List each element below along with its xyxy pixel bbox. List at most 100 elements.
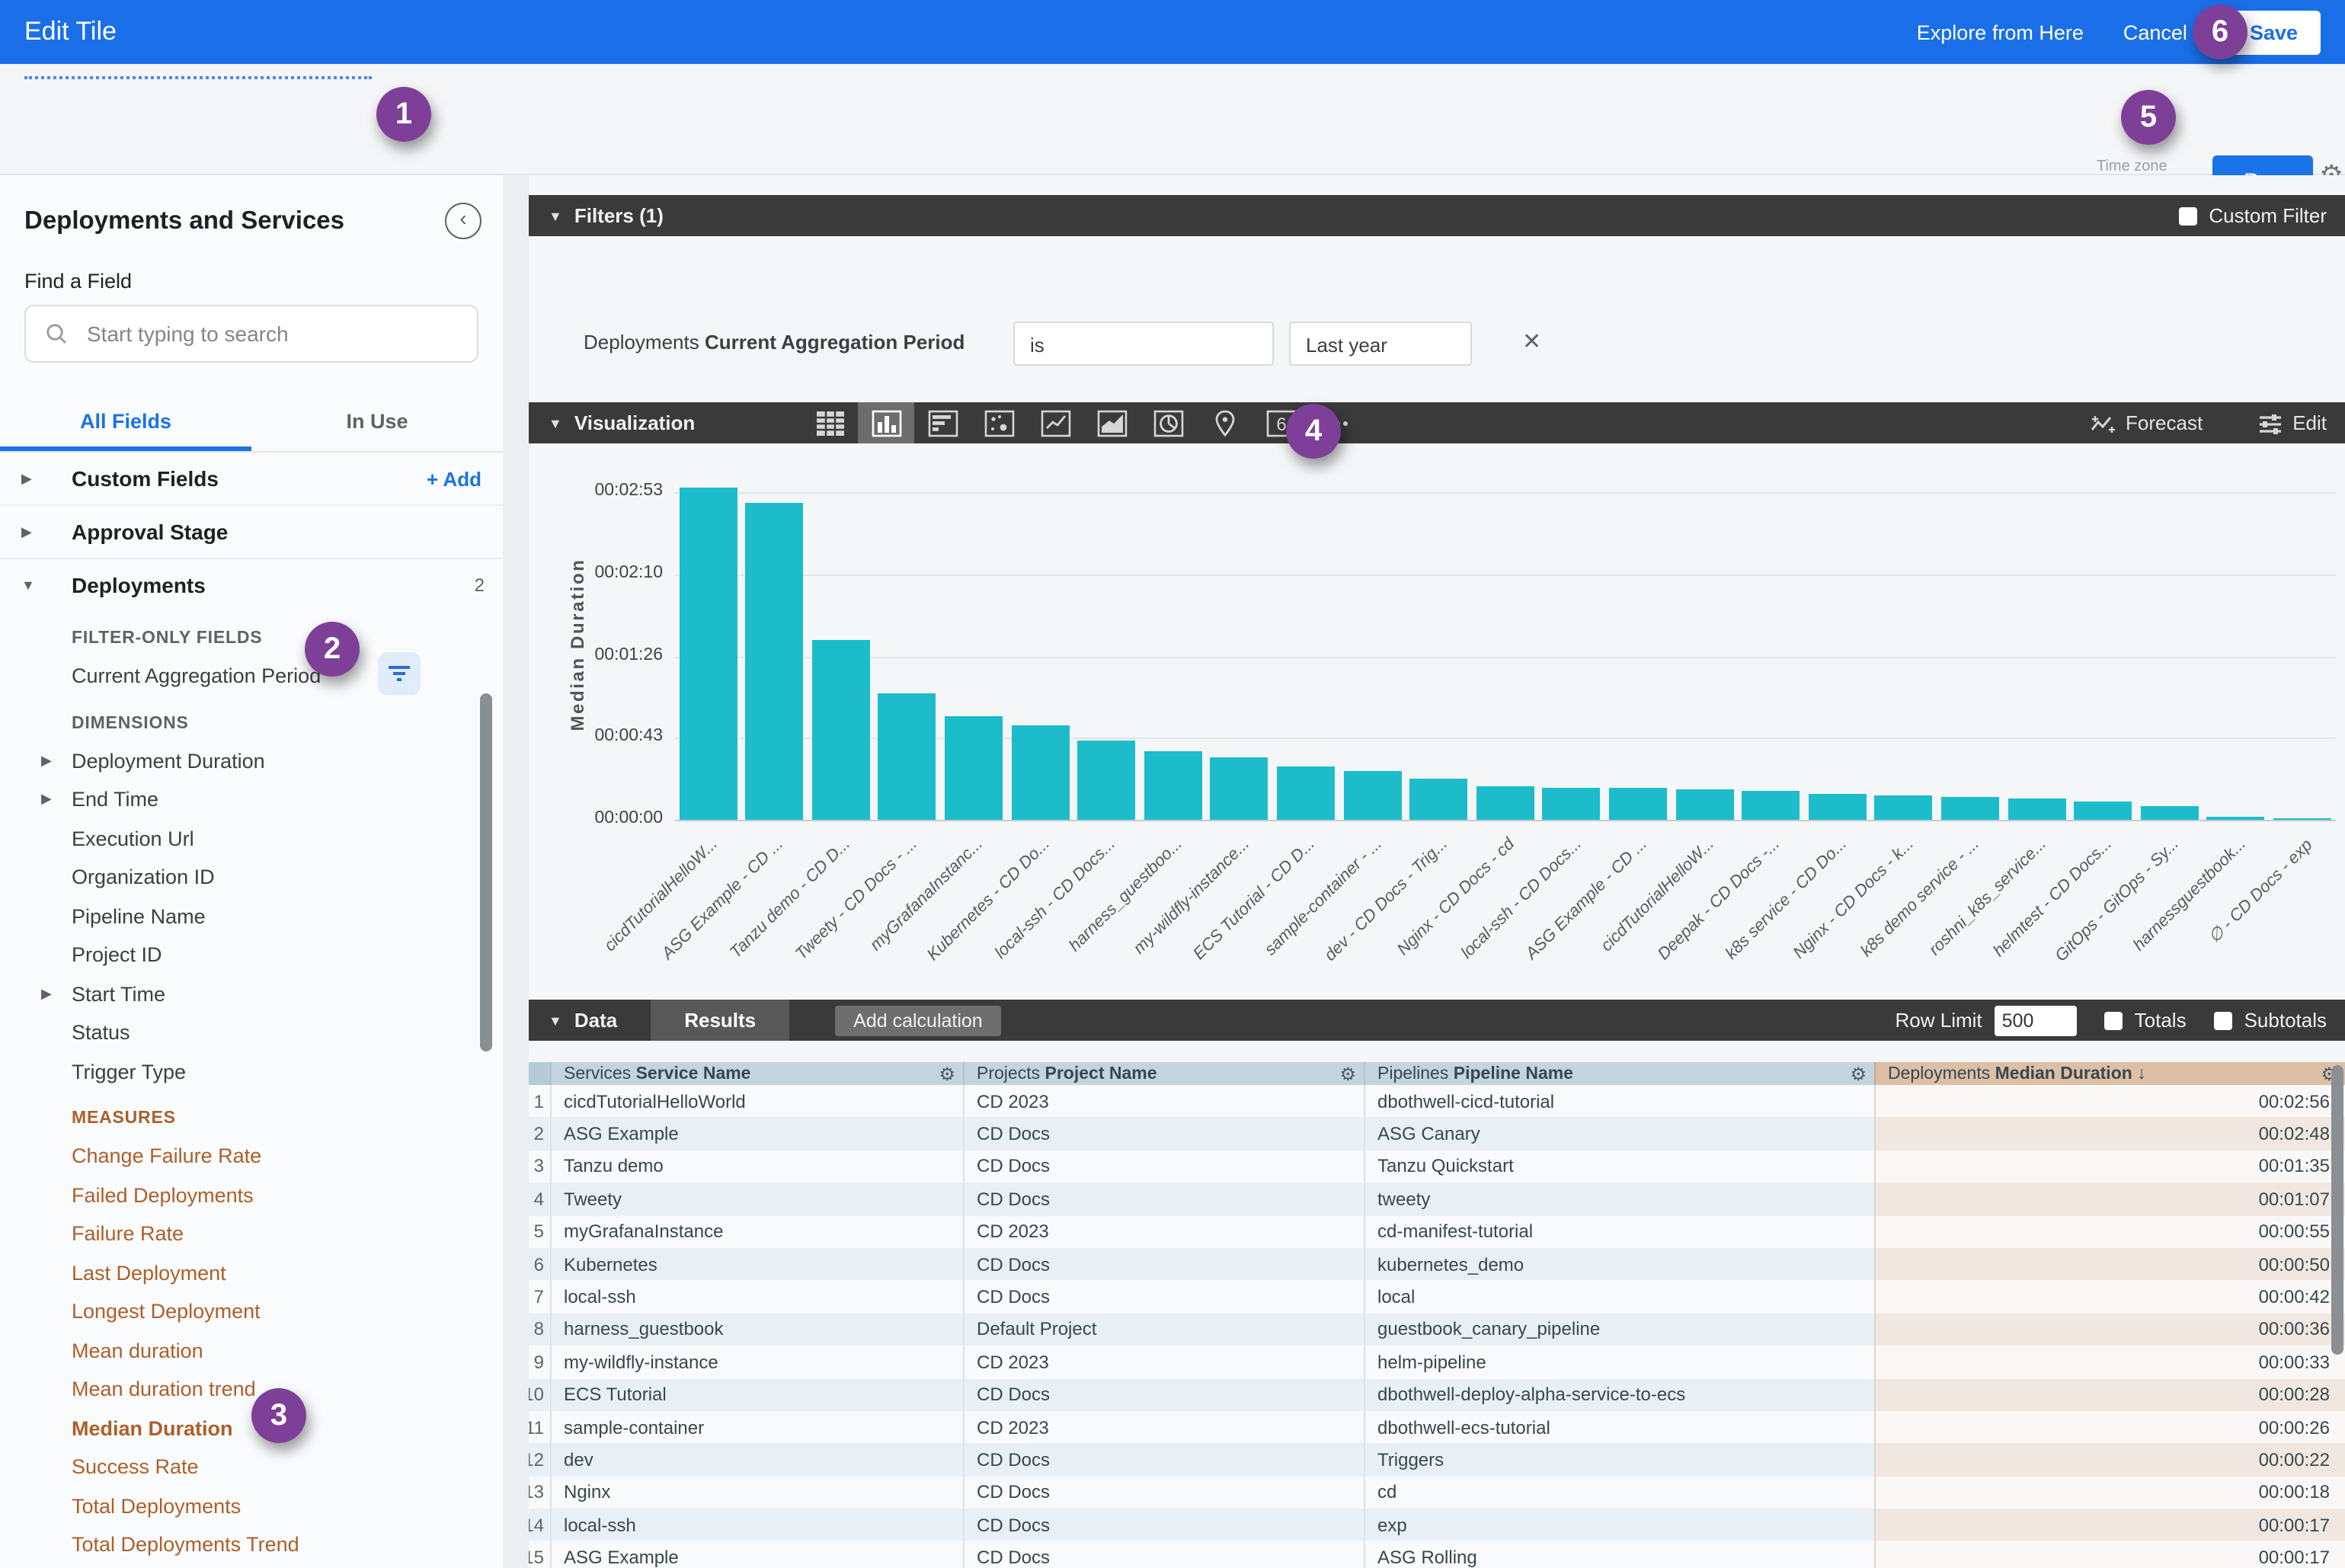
bar[interactable] xyxy=(1941,797,1999,820)
table-cell[interactable]: 00:00:22 xyxy=(1874,1444,2345,1477)
add-calculation-button[interactable]: Add calculation xyxy=(835,1005,1001,1035)
dimension-pipeline-name[interactable]: Pipeline Name xyxy=(0,897,503,936)
table-cell[interactable]: 00:00:26 xyxy=(1874,1411,2345,1444)
collapse-data-icon[interactable]: ▼ xyxy=(549,1013,562,1028)
filter-button[interactable] xyxy=(378,652,421,695)
measure-success-rate[interactable]: Success Rate xyxy=(0,1448,503,1486)
measure-longest-deployment[interactable]: Longest Deployment xyxy=(0,1292,503,1331)
table-cell[interactable]: 00:01:35 xyxy=(1874,1150,2345,1183)
table-cell[interactable]: 00:00:55 xyxy=(1874,1215,2345,1248)
filter-operator-input[interactable]: is xyxy=(1013,322,1274,366)
disclosure-right-icon[interactable]: ▶ xyxy=(41,986,52,1003)
column-header-service-name[interactable]: Services Service Name⚙ xyxy=(550,1062,963,1085)
bar[interactable] xyxy=(2207,816,2265,820)
filter-value-input[interactable]: Last year xyxy=(1289,322,1472,366)
column-header-project-name[interactable]: Projects Project Name⚙ xyxy=(963,1062,1364,1085)
subtotals-checkbox[interactable] xyxy=(2214,1011,2232,1029)
field-search-input[interactable] xyxy=(84,320,425,347)
table-cell[interactable]: 00:02:48 xyxy=(1874,1118,2345,1150)
bar-chart-icon[interactable] xyxy=(914,402,971,443)
table-cell[interactable]: 00:01:07 xyxy=(1874,1182,2345,1215)
dimension-end-time[interactable]: ▶End Time xyxy=(0,780,503,819)
bar[interactable] xyxy=(679,487,737,820)
collapse-visualization-icon[interactable]: ▼ xyxy=(549,415,562,430)
measure-total-deployments-trend[interactable]: Total Deployments Trend xyxy=(0,1525,503,1564)
disclosure-right-icon[interactable]: ▶ xyxy=(41,753,52,770)
measure-mean-duration[interactable]: Mean duration xyxy=(0,1331,503,1370)
results-tab[interactable]: Results xyxy=(651,1000,789,1041)
bar[interactable] xyxy=(1808,793,1866,820)
bar[interactable] xyxy=(2007,799,2065,820)
bar[interactable] xyxy=(1277,767,1335,820)
bar[interactable] xyxy=(2140,807,2198,820)
measure-total-deployments[interactable]: Total Deployments xyxy=(0,1486,503,1525)
bar[interactable] xyxy=(811,640,869,820)
column-gear-icon[interactable]: ⚙ xyxy=(1850,1063,1867,1084)
bar[interactable] xyxy=(1742,792,1800,820)
bar[interactable] xyxy=(1543,788,1601,820)
dimension-organization-id[interactable]: Organization ID xyxy=(0,858,503,897)
sidebar-scrollbar[interactable] xyxy=(480,632,492,1547)
sidebar-group-deployments[interactable]: ▼ Deployments 2 xyxy=(0,558,503,611)
field-current-aggregation-period[interactable]: Current Aggregation Period xyxy=(0,657,503,696)
table-cell[interactable]: 00:00:42 xyxy=(1874,1281,2345,1314)
totals-checkbox[interactable] xyxy=(2104,1011,2123,1029)
field-search-box[interactable] xyxy=(24,305,478,363)
table-cell[interactable]: 00:00:28 xyxy=(1874,1378,2345,1411)
table-cell[interactable]: 00:00:17 xyxy=(1874,1509,2345,1541)
bar[interactable] xyxy=(1144,752,1201,820)
dimension-start-time[interactable]: ▶Start Time xyxy=(0,974,503,1013)
collapse-sidebar-button[interactable]: ‹ xyxy=(445,203,481,239)
bar[interactable] xyxy=(1409,778,1467,820)
measure-mean-duration-trend[interactable]: Mean duration trend xyxy=(0,1370,503,1409)
scatter-icon[interactable] xyxy=(971,402,1027,443)
bar[interactable] xyxy=(945,716,1003,820)
pie-chart-icon[interactable] xyxy=(1140,402,1196,443)
remove-filter-icon[interactable]: ✕ xyxy=(1522,328,1541,355)
forecast-button[interactable]: Forecast xyxy=(2091,411,2203,434)
dimension-deployment-duration[interactable]: ▶Deployment Duration xyxy=(0,741,503,780)
column-header-median-duration[interactable]: Deployments Median Duration ↓⚙ xyxy=(1874,1062,2345,1085)
measure-failed-deployments[interactable]: Failed Deployments xyxy=(0,1176,503,1214)
table-cell[interactable]: 00:00:50 xyxy=(1874,1248,2345,1281)
explore-from-here-button[interactable]: Explore from Here xyxy=(1917,21,2084,43)
column-gear-icon[interactable]: ⚙ xyxy=(1339,1063,1356,1084)
table-cell[interactable]: 00:00:33 xyxy=(1874,1346,2345,1378)
measure-last-deployment[interactable]: Last Deployment xyxy=(0,1253,503,1292)
table-cell[interactable]: 00:00:17 xyxy=(1874,1541,2345,1568)
table-cell[interactable]: 00:00:18 xyxy=(1874,1476,2345,1509)
tab-all-fields[interactable]: All Fields xyxy=(0,399,251,451)
row-limit-input[interactable] xyxy=(1995,1005,2077,1035)
line-chart-icon[interactable] xyxy=(1027,402,1083,443)
bar[interactable] xyxy=(1011,725,1069,820)
sidebar-group-approval-stage[interactable]: ▶ Approval Stage xyxy=(0,504,503,558)
bar[interactable] xyxy=(1077,741,1135,820)
column-chart-icon[interactable] xyxy=(858,402,914,443)
bar[interactable] xyxy=(2273,818,2331,820)
bar[interactable] xyxy=(1476,786,1534,820)
bar[interactable] xyxy=(2074,801,2132,820)
table-cell[interactable]: 00:02:56 xyxy=(1874,1085,2345,1118)
table-cell[interactable]: 00:00:36 xyxy=(1874,1313,2345,1346)
bar[interactable] xyxy=(1343,770,1401,820)
area-chart-icon[interactable] xyxy=(1083,402,1140,443)
cancel-button[interactable]: Cancel xyxy=(2123,21,2187,43)
disclosure-right-icon[interactable]: ▶ xyxy=(41,792,52,808)
table-icon[interactable] xyxy=(801,402,858,443)
map-pin-icon[interactable] xyxy=(1196,402,1252,443)
column-header-pipeline-name[interactable]: Pipelines Pipeline Name⚙ xyxy=(1364,1062,1874,1085)
dimension-project-id[interactable]: Project ID xyxy=(0,936,503,974)
dimension-execution-url[interactable]: Execution Url xyxy=(0,819,503,858)
dimension-trigger-type[interactable]: Trigger Type xyxy=(0,1052,503,1091)
sidebar-group-custom-fields[interactable]: ▶ Custom Fields + Add xyxy=(0,453,503,504)
bar[interactable] xyxy=(1875,795,1933,820)
tab-in-use[interactable]: In Use xyxy=(251,399,503,451)
bar[interactable] xyxy=(878,693,936,820)
bar[interactable] xyxy=(1675,789,1733,820)
bar[interactable] xyxy=(745,502,803,820)
bar[interactable] xyxy=(1609,788,1667,820)
column-gear-icon[interactable]: ⚙ xyxy=(939,1063,955,1084)
measure-failure-rate[interactable]: Failure Rate xyxy=(0,1214,503,1253)
table-scrollbar[interactable] xyxy=(2331,1062,2343,1565)
add-custom-field-button[interactable]: + Add xyxy=(427,467,481,490)
